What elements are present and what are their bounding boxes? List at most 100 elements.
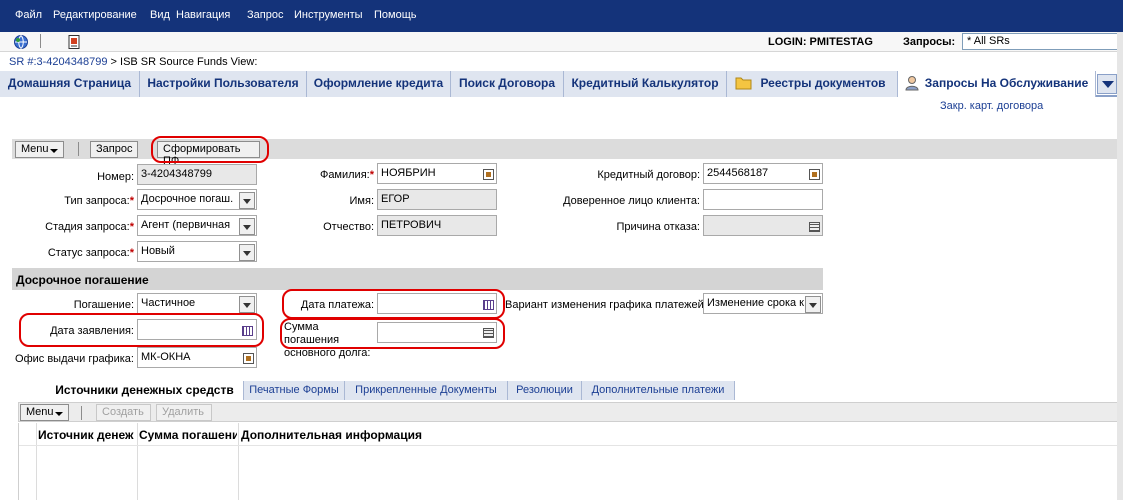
highlight-application-date xyxy=(19,313,264,347)
menu-edit[interactable]: Редактирование xyxy=(53,9,137,21)
list-action-bar: Menu Создать Удалить xyxy=(18,402,1123,422)
list-menu-button[interactable]: Menu xyxy=(20,404,69,421)
tab-contract-search-label: Поиск Договора xyxy=(458,76,556,90)
vertical-scrollbar[interactable] xyxy=(1117,32,1123,500)
grid-column-amount: Сумма погашени xyxy=(138,423,239,500)
trusted-person-field[interactable] xyxy=(703,189,823,210)
request-stage-dropdown[interactable] xyxy=(239,218,255,235)
menu-file[interactable]: Файл xyxy=(15,9,42,21)
request-stage-label: Стадия запроса:* xyxy=(45,221,134,233)
delete-button[interactable]: Удалить xyxy=(156,404,212,421)
breadcrumb-sr-link[interactable]: SR #:3-4204348799 xyxy=(9,56,107,68)
breadcrumb-rest: > ISB SR Source Funds View: xyxy=(110,56,258,68)
contract-picker-icon[interactable] xyxy=(809,169,820,180)
grid-header-source[interactable]: Источник денеж xyxy=(38,428,136,442)
reject-reason-label: Причина отказа: xyxy=(616,221,700,233)
grid-selector-column xyxy=(19,423,37,500)
login-label: LOGIN: PMITESTAG xyxy=(768,36,873,48)
tabs-more-dropdown[interactable] xyxy=(1097,74,1117,94)
grid-column-info: Дополнительная информация xyxy=(239,423,1123,500)
list-bar-separator xyxy=(81,406,82,420)
repayment-dropdown[interactable] xyxy=(239,296,255,313)
toolbar: LOGIN: PMITESTAG Запросы: * All SRs xyxy=(0,32,1123,52)
schedule-variant-label: Вариант изменения графика платежей: xyxy=(505,299,707,311)
schedule-office-label: Офис выдачи графика: xyxy=(15,353,134,365)
menu-query[interactable]: Запрос xyxy=(247,9,283,21)
contract-field[interactable]: 2544568187 xyxy=(703,163,823,184)
grid-column-source: Источник денеж xyxy=(37,423,138,500)
query-button[interactable]: Запрос xyxy=(90,141,138,158)
folder-icon xyxy=(735,77,752,90)
menu-help[interactable]: Помощь xyxy=(374,9,417,21)
list-menu-chevron-icon xyxy=(55,412,63,416)
grid-header-divider xyxy=(19,445,1123,446)
menu-navigation[interactable]: Навигация xyxy=(176,9,230,21)
trusted-person-label: Доверенное лицо клиента: xyxy=(563,195,700,207)
tab-service-requests-label: Запросы На Обслуживание xyxy=(924,76,1089,90)
document-icon[interactable] xyxy=(66,34,82,50)
user-icon xyxy=(905,76,919,91)
reject-reason-list-icon[interactable] xyxy=(809,222,820,232)
tab-user-settings-label: Настройки Пользователя xyxy=(147,76,299,90)
list-menu-button-label: Menu xyxy=(26,406,54,418)
schedule-variant-dropdown[interactable] xyxy=(805,296,821,313)
firstname-label: Имя: xyxy=(349,195,374,207)
breadcrumb: SR #:3-4204348799 > ISB SR Source Funds … xyxy=(0,53,1123,71)
menu-view[interactable]: Вид xyxy=(150,9,170,21)
tab-credit-label: Оформление кредита xyxy=(313,76,444,90)
create-button[interactable]: Создать xyxy=(96,404,151,421)
tab-calculator[interactable]: Кредитный Калькулятор xyxy=(564,71,727,97)
tab-calculator-label: Кредитный Калькулятор xyxy=(571,76,719,90)
tab-home-label: Домашняя Страница xyxy=(7,76,132,90)
request-type-label: Тип запроса:* xyxy=(64,195,134,207)
tab-home[interactable]: Домашняя Страница xyxy=(0,71,140,97)
number-label: Номер: xyxy=(97,171,134,183)
menu-bar: Файл Редактирование Вид Навигация Запрос… xyxy=(0,0,1123,32)
menu-button-label: Menu xyxy=(21,143,49,155)
grid-header-info[interactable]: Дополнительная информация xyxy=(241,428,541,442)
menu-chevron-icon xyxy=(50,149,58,153)
toolbar-separator xyxy=(40,34,41,48)
tab-resolutions[interactable]: Резолюции xyxy=(508,381,582,400)
tab-contract-search[interactable]: Поиск Договора xyxy=(451,71,564,97)
actbar-separator xyxy=(78,142,79,156)
repayment-label: Погашение: xyxy=(73,299,134,311)
firstname-field: ЕГОР xyxy=(377,189,497,210)
tab-user-settings[interactable]: Настройки Пользователя xyxy=(140,71,307,97)
tab-attached-documents[interactable]: Прикрепленные Документы xyxy=(345,381,508,400)
request-type-dropdown[interactable] xyxy=(239,192,255,209)
menu-button[interactable]: Menu xyxy=(15,141,64,158)
tab-print-forms[interactable]: Печатные Формы xyxy=(244,381,345,400)
tab-funding-sources[interactable]: Источники денежных средств xyxy=(46,381,244,400)
queries-select[interactable]: * All SRs xyxy=(962,33,1123,50)
lastname-label: Фамилия:* xyxy=(319,169,374,181)
tab-document-registers-label: Реестры документов xyxy=(760,76,886,90)
queries-label: Запросы: xyxy=(903,36,956,48)
contract-label: Кредитный договор: xyxy=(597,169,700,181)
tab-service-requests[interactable]: Запросы На Обслуживание xyxy=(898,71,1096,97)
tab-credit[interactable]: Оформление кредита xyxy=(307,71,451,97)
early-repayment-section: Досрочное погашение xyxy=(12,268,823,290)
funding-sources-grid: Источник денеж Сумма погашени Дополнител… xyxy=(18,423,1123,500)
globe-icon[interactable] xyxy=(13,34,29,50)
schedule-office-picker-icon[interactable] xyxy=(243,353,254,364)
lastname-field[interactable]: НОЯБРИН xyxy=(377,163,497,184)
tab-document-registers[interactable]: Реестры документов xyxy=(727,71,898,97)
request-status-dropdown[interactable] xyxy=(239,244,255,261)
subtab-close-contract[interactable]: Закр. карт. договора xyxy=(940,100,1043,112)
detail-tabs: Источники денежных средств Печатные Форм… xyxy=(0,380,1123,400)
reject-reason-field xyxy=(703,215,823,236)
patronymic-field: ПЕТРОВИЧ xyxy=(377,215,497,236)
highlight-generate-button xyxy=(151,136,269,163)
highlight-payment-date xyxy=(282,289,505,319)
schedule-office-field[interactable]: МК-ОКНА xyxy=(137,347,257,368)
grid-header-amount[interactable]: Сумма погашени xyxy=(139,428,237,442)
highlight-principal-amount xyxy=(280,318,505,349)
tab-additional-payments[interactable]: Дополнительные платежи xyxy=(582,381,735,400)
patronymic-label: Отчество: xyxy=(323,221,374,233)
request-status-label: Статус запроса:* xyxy=(47,247,134,259)
number-field: 3-4204348799 xyxy=(137,164,257,185)
lastname-picker-icon[interactable] xyxy=(483,169,494,180)
menu-tools[interactable]: Инструменты xyxy=(294,9,363,21)
screen-tabs: Домашняя Страница Настройки Пользователя… xyxy=(0,71,1123,97)
